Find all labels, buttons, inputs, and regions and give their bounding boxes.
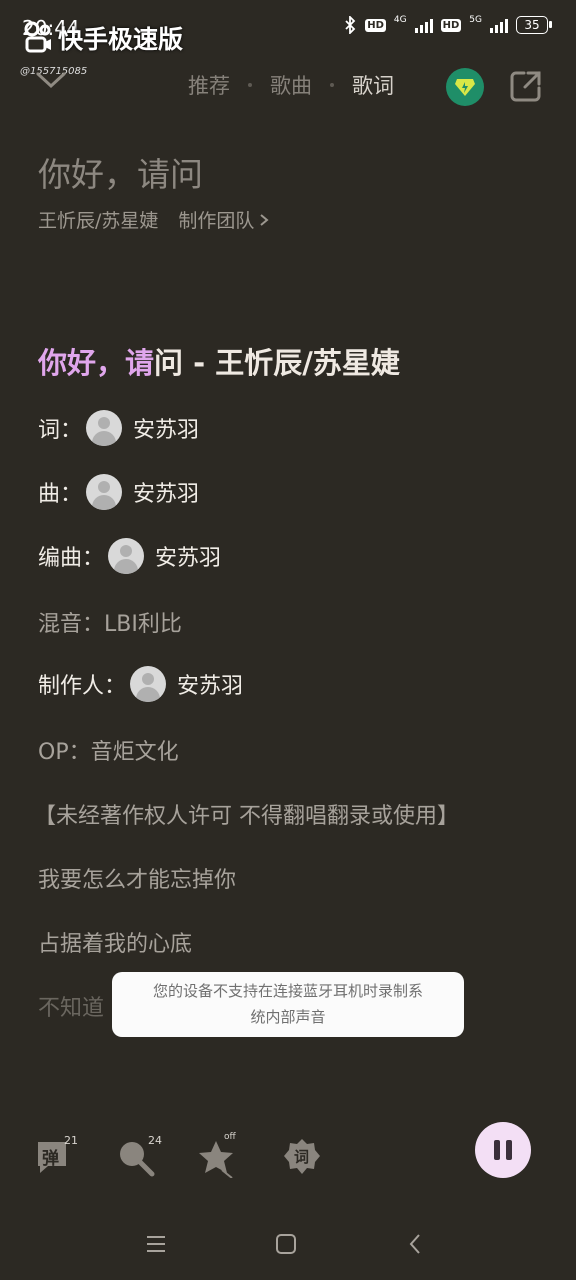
share-icon[interactable] — [508, 68, 544, 104]
battery-indicator: 35 — [516, 16, 552, 34]
avatar[interactable] — [86, 410, 123, 446]
toast-line-2: 统内部声音 — [250, 1008, 326, 1026]
production-team-link[interactable]: 制作团队 — [178, 206, 254, 233]
tab-divider — [248, 83, 252, 87]
back-icon[interactable] — [404, 1232, 428, 1256]
credit-producer: 制作人： 安苏羽 — [38, 666, 243, 702]
danmu-button[interactable]: 弹 21 — [34, 1134, 78, 1178]
status-icons: HD 4G HD 5G 35 — [343, 14, 552, 34]
tab-songs[interactable]: 歌曲 — [270, 70, 312, 100]
copyright-notice: 【未经著作权人许可 不得翻唱翻录或使用】 — [34, 798, 459, 830]
pause-button[interactable] — [475, 1122, 531, 1178]
lyric-head-rest: 问 - 王忻辰/苏星婕 — [154, 346, 400, 380]
credit-name[interactable]: 安苏羽 — [155, 540, 221, 572]
credit-name[interactable]: 安苏羽 — [177, 668, 243, 700]
star-icon — [199, 1141, 233, 1178]
credit-label: 编曲： — [38, 546, 105, 571]
menu-icon[interactable] — [144, 1232, 168, 1256]
lyric-label: 词 — [294, 1148, 310, 1166]
credit-name[interactable]: 安苏羽 — [133, 476, 199, 508]
lyric-head-line: 你好，请问 - 王忻辰/苏星婕 — [38, 340, 400, 382]
song-artists[interactable]: 王忻辰/苏星婕 — [38, 206, 158, 233]
credit-mixing: 混音：LBI利比 — [38, 606, 182, 638]
credit-label: 词： — [38, 418, 83, 443]
vip-diamond-icon[interactable] — [446, 68, 484, 106]
danmu-count: 21 — [64, 1134, 78, 1147]
credit-op: OP：音炬文化 — [38, 734, 179, 766]
danmu-label: 弹 — [42, 1149, 59, 1169]
avatar[interactable] — [130, 666, 167, 702]
lyric-head-highlight: 你好，请 — [38, 346, 155, 380]
chevron-down-icon[interactable] — [34, 68, 68, 92]
lyric-text: 我要怎么才能忘掉你 — [38, 868, 237, 893]
signal-icon-2 — [490, 17, 508, 33]
kuaishou-logo-icon — [24, 21, 51, 53]
net-4g-label: 4G — [393, 14, 407, 25]
avatar[interactable] — [108, 538, 145, 574]
credit-name[interactable]: 安苏羽 — [133, 412, 199, 444]
toast-line-1: 您的设备不支持在连接蓝牙耳机时录制系 — [152, 982, 423, 1000]
comment-button[interactable]: 24 — [118, 1134, 162, 1178]
comment-count: 24 — [148, 1134, 162, 1147]
credit-label: OP：音炬文化 — [38, 740, 179, 765]
avatar[interactable] — [86, 474, 123, 510]
hd-badge: HD — [365, 18, 386, 32]
chevron-right-icon — [260, 213, 269, 226]
favorite-state: off — [224, 1132, 236, 1142]
lyric-button[interactable]: 词 — [284, 1138, 324, 1178]
tab-lyrics[interactable]: 歌词 — [352, 70, 394, 100]
net-5g-label: 5G — [469, 14, 482, 25]
credit-label: 制作人： — [38, 674, 127, 699]
watermark-title: 快手极速版 — [58, 25, 184, 54]
tab-bar: 推荐 歌曲 歌词 — [188, 70, 394, 100]
song-meta: 王忻辰/苏星婕 制作团队 — [38, 206, 270, 233]
lyric-line: 不知道 — [38, 990, 104, 1022]
signal-icon — [414, 17, 433, 33]
home-icon[interactable] — [274, 1232, 298, 1256]
lyric-line: 我要怎么才能忘掉你 — [38, 862, 236, 894]
lyric-text: 占据着我的心底 — [38, 932, 193, 957]
credit-composer: 曲： 安苏羽 — [38, 474, 199, 510]
favorite-button[interactable]: off — [198, 1132, 238, 1178]
credit-lyricist: 词： 安苏羽 — [38, 410, 199, 446]
credit-label: 【未经著作权人许可 不得翻唱翻录或使用】 — [34, 804, 459, 829]
tab-recommend[interactable]: 推荐 — [188, 70, 230, 100]
song-title: 你好，请问 — [38, 155, 203, 194]
hd-badge-2: HD — [440, 18, 462, 32]
lyric-text: 不知道 — [38, 996, 105, 1021]
tab-divider — [330, 83, 334, 87]
bluetooth-icon — [345, 16, 356, 34]
lyric-line: 占据着我的心底 — [38, 926, 192, 958]
credit-label: 曲： — [38, 482, 83, 507]
pause-icon — [494, 1140, 512, 1160]
credit-arranger: 编曲： 安苏羽 — [38, 538, 221, 574]
toast-message: 您的设备不支持在连接蓝牙耳机时录制系 统内部声音 — [112, 972, 464, 1037]
credit-label: 混音：LBI利比 — [38, 612, 182, 637]
